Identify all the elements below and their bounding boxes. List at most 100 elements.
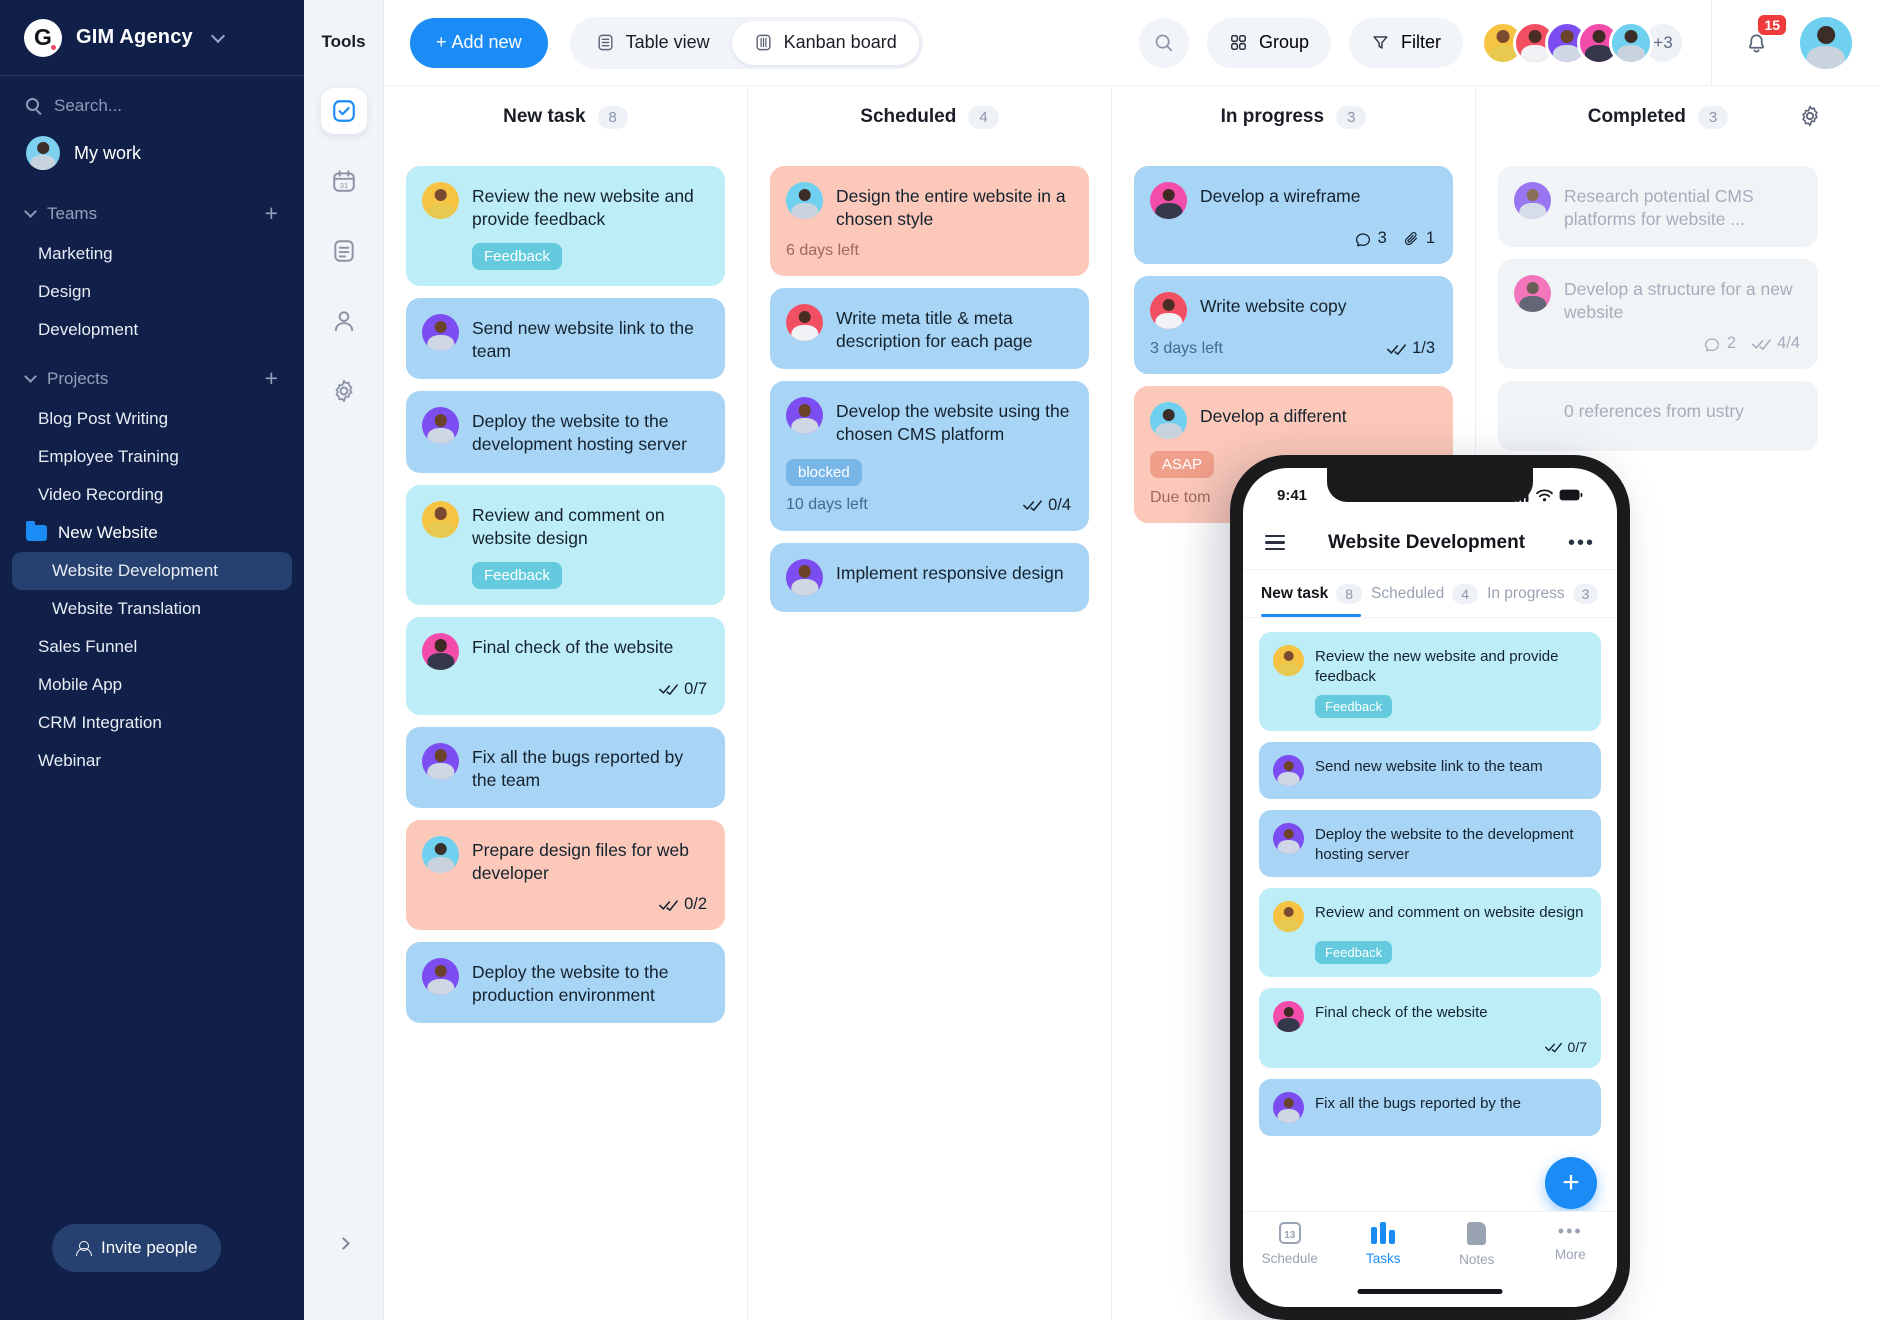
sidebar-item-my-work[interactable]: My work	[0, 122, 304, 184]
phone-tab-new-task[interactable]: New task 8	[1261, 584, 1362, 617]
sidebar-item-design[interactable]: Design	[12, 273, 292, 311]
member-avatars[interactable]: +3	[1481, 20, 1685, 65]
task-card[interactable]: Send new website link to the team	[406, 298, 725, 380]
checklist-chip: 0/7	[659, 680, 707, 699]
tab-kanban-board[interactable]: Kanban board	[731, 20, 919, 65]
rail-item-tasks[interactable]	[320, 88, 367, 134]
attachments-chip: 1	[1403, 229, 1435, 248]
list-item[interactable]: Final check of the website 0/7	[1259, 988, 1601, 1068]
sidebar-section-projects[interactable]: Projects +	[0, 349, 304, 400]
list-item[interactable]: Send new website link to the team	[1259, 742, 1601, 799]
comments-chip: 2	[1703, 334, 1736, 353]
task-card[interactable]: Develop a structure for a new website 2 …	[1498, 259, 1818, 370]
tab-table-view[interactable]: Table view	[574, 21, 732, 65]
avatar	[1514, 182, 1551, 219]
board-search-button[interactable]	[1138, 17, 1189, 68]
sidebar-item-website-translation[interactable]: Website Translation	[12, 590, 292, 628]
filter-button[interactable]: Filter	[1349, 17, 1463, 68]
rail-item-notes[interactable]	[321, 228, 367, 274]
task-card[interactable]: 0 references from ustry	[1498, 381, 1818, 452]
task-card[interactable]: Research potential CMS platforms for web…	[1498, 166, 1818, 248]
add-new-button[interactable]: + Add new	[410, 17, 548, 68]
avatar	[26, 136, 60, 170]
board-settings-button[interactable]	[1798, 104, 1822, 133]
notifications-button[interactable]: 15	[1730, 14, 1786, 69]
sidebar-item-marketing[interactable]: Marketing	[12, 235, 292, 273]
sidebar-item-mobile-app[interactable]: Mobile App	[12, 666, 292, 704]
toolbar-divider	[1711, 0, 1712, 86]
comment-count: 3	[1377, 229, 1387, 247]
sidebar-item-website-development[interactable]: Website Development	[12, 552, 292, 590]
task-card[interactable]: Write meta title & meta description for …	[770, 288, 1089, 370]
task-title: Deploy the website to the development ho…	[1315, 826, 1574, 863]
rail-item-calendar[interactable]: 31	[321, 158, 367, 204]
phone-nav-schedule[interactable]: 13 Schedule	[1243, 1222, 1337, 1266]
task-title: Develop the website using the chosen CMS…	[836, 401, 1070, 445]
task-due: 6 days left	[786, 242, 859, 260]
task-card[interactable]: Design the entire website in a chosen st…	[770, 166, 1089, 277]
sidebar-item-development[interactable]: Development	[12, 311, 292, 349]
task-card[interactable]: Deploy the website to the development ho…	[406, 391, 725, 473]
avatar	[1273, 755, 1304, 786]
comment-icon	[1355, 232, 1370, 247]
add-team-button[interactable]: +	[265, 202, 278, 225]
task-title: Review the new website and provide feedb…	[1315, 648, 1559, 685]
task-card[interactable]: Review and comment on website design Fee…	[406, 484, 725, 605]
checklist-chip: 4/4	[1752, 334, 1800, 353]
task-card[interactable]: Fix all the bugs reported by the team	[406, 726, 725, 808]
search-placeholder: Search...	[54, 96, 123, 115]
section-title: Teams	[47, 203, 98, 223]
add-task-fab[interactable]: +	[1545, 1157, 1597, 1209]
comment-count: 2	[1726, 334, 1737, 353]
phone-nav-more[interactable]: ••• More	[1524, 1222, 1618, 1262]
avatar	[1150, 182, 1187, 219]
list-item[interactable]: Review the new website and provide feedb…	[1259, 632, 1601, 731]
group-button[interactable]: Group	[1206, 17, 1331, 68]
rail-item-settings[interactable]	[321, 368, 367, 414]
column-header[interactable]: New task 8	[384, 86, 747, 148]
phone-task-list: Review the new website and provide feedb…	[1243, 617, 1617, 1182]
sidebar-item-video-recording[interactable]: Video Recording	[12, 476, 292, 514]
sidebar-item-sales-funnel[interactable]: Sales Funnel	[12, 628, 292, 666]
task-card[interactable]: Deploy the website to the production env…	[406, 942, 725, 1024]
user-avatar[interactable]	[1800, 16, 1852, 69]
add-project-button[interactable]: +	[265, 367, 278, 390]
task-card[interactable]: Final check of the website 0/7	[406, 616, 725, 715]
phone-nav-notes[interactable]: Notes	[1430, 1222, 1524, 1267]
task-card[interactable]: Prepare design files for web developer 0…	[406, 819, 725, 931]
column-cards: Design the entire website in a chosen st…	[748, 148, 1111, 612]
rail-expand-button[interactable]	[331, 1230, 357, 1256]
column-header[interactable]: Completed 3	[1476, 86, 1840, 148]
list-item[interactable]: Review and comment on website design Fee…	[1259, 888, 1601, 977]
phone-tab-scheduled[interactable]: Scheduled 4	[1371, 584, 1479, 617]
task-card[interactable]: Develop a wireframe 3 1	[1134, 166, 1453, 264]
sidebar-item-blog-post-writing[interactable]: Blog Post Writing	[12, 400, 292, 438]
sidebar-item-crm-integration[interactable]: CRM Integration	[12, 704, 292, 742]
phone-tabs: New task 8 Scheduled 4 In progress 3	[1243, 570, 1617, 617]
card-footer: 10 days left 0/4	[786, 496, 1071, 515]
sidebar-item-employee-training[interactable]: Employee Training	[12, 438, 292, 476]
chevron-down-icon	[210, 28, 225, 43]
task-card[interactable]: Review the new website and provide feedb…	[406, 166, 725, 287]
sidebar-section-teams[interactable]: Teams +	[0, 184, 304, 235]
sidebar-folder-new-website[interactable]: New Website	[0, 514, 304, 552]
column-header[interactable]: Scheduled 4	[748, 86, 1111, 148]
hamburger-icon[interactable]	[1265, 531, 1285, 554]
list-item[interactable]: Deploy the website to the development ho…	[1259, 810, 1601, 877]
chevron-down-icon	[24, 370, 37, 383]
phone-tab-in-progress[interactable]: In progress 3	[1487, 584, 1599, 617]
task-card[interactable]: Implement responsive design	[770, 542, 1089, 612]
sidebar-search[interactable]: Search...	[0, 76, 304, 122]
workspace-switcher[interactable]: G GIM Agency	[0, 0, 304, 76]
invite-people-button[interactable]: Invite people	[52, 1224, 222, 1272]
list-item[interactable]: Fix all the bugs reported by the	[1259, 1079, 1601, 1136]
task-card[interactable]: Write website copy 3 days left 1/3	[1134, 276, 1453, 374]
double-check-icon	[1387, 343, 1406, 355]
more-dots-icon[interactable]: •••	[1568, 533, 1595, 553]
rail-item-contacts[interactable]	[321, 298, 367, 344]
column-header[interactable]: In progress 3	[1112, 86, 1475, 148]
phone-nav-tasks[interactable]: Tasks	[1337, 1222, 1431, 1266]
folder-label: New Website	[58, 523, 158, 542]
sidebar-item-webinar[interactable]: Webinar	[12, 742, 292, 780]
task-card[interactable]: Develop the website using the chosen CMS…	[770, 381, 1089, 531]
